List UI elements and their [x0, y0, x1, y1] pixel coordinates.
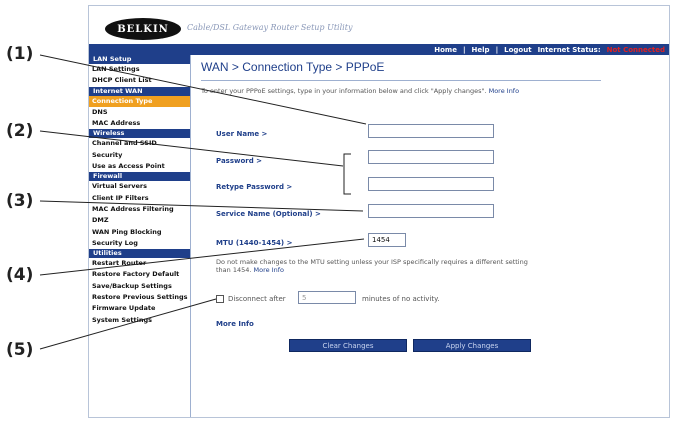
apply-changes-button[interactable]: Apply Changes — [413, 339, 531, 352]
sidebar-item-restart-router[interactable]: Restart Router — [89, 258, 190, 269]
disconnect-checkbox[interactable] — [216, 295, 224, 303]
page-title: WAN > Connection Type > PPPoE — [201, 60, 385, 74]
callout-3: (3) — [6, 191, 34, 211]
disconnect-minutes-field[interactable]: 5 — [298, 291, 356, 304]
sidebar-item-save-backup-settings[interactable]: Save/Backup Settings — [89, 281, 190, 292]
sidebar-item-dmz[interactable]: DMZ — [89, 215, 190, 226]
sidebar: LAN Setup LAN Settings DHCP Client List Int… — [89, 55, 191, 417]
belkin-logo: BELKIN — [105, 18, 181, 40]
internet-status-label: Internet Status: — [537, 45, 601, 54]
sidebar-section-header: Utilities — [89, 249, 190, 259]
service-name-label: Service Name (Optional) > — [216, 210, 321, 218]
disconnect-label: Disconnect after — [228, 295, 286, 303]
sidebar-item-restore-factory-default[interactable]: Restore Factory Default — [89, 269, 190, 280]
callout-1: (1) — [6, 44, 34, 64]
sidebar-section-header: LAN Setup — [89, 55, 190, 64]
retype-password-label: Retype Password > — [216, 183, 293, 191]
top-nav-bar: Home | Help | Logout Internet Status: Not … — [89, 44, 669, 55]
service-name-field[interactable] — [368, 204, 494, 218]
sidebar-item-security[interactable]: Security — [89, 150, 190, 161]
sidebar-item-dhcp-client-list[interactable]: DHCP Client List — [89, 75, 190, 86]
sidebar-item-connection-type[interactable]: Connection Type — [89, 95, 190, 107]
sidebar-item-mac-address-filtering[interactable]: MAC Address Filtering — [89, 204, 190, 215]
retype-password-field[interactable] — [368, 177, 494, 191]
title-divider — [201, 80, 601, 81]
sidebar-item-dns[interactable]: DNS — [89, 107, 190, 118]
nav-separator: | — [495, 45, 499, 54]
sidebar-item-channel-and-ssid[interactable]: Channel and SSID — [89, 138, 190, 149]
sidebar-item-lan-settings[interactable]: LAN Settings — [89, 64, 190, 75]
sidebar-item-virtual-servers[interactable]: Virtual Servers — [89, 181, 190, 192]
user-name-field[interactable] — [368, 124, 494, 138]
intro-more-info-link[interactable]: More Info — [489, 87, 519, 95]
password-label: Password > — [216, 157, 263, 165]
main-content: WAN > Connection Type > PPPoE To enter y… — [201, 60, 661, 95]
intro-text: To enter your PPPoE settings, type in yo… — [201, 87, 581, 95]
sidebar-item-client-ip-filters[interactable]: Client IP Filters — [89, 193, 190, 204]
sidebar-item-firmware-update[interactable]: Firmware Update — [89, 303, 190, 314]
mtu-note: Do not make changes to the MTU setting u… — [216, 258, 536, 274]
more-info-link[interactable]: More Info — [216, 320, 254, 328]
password-field[interactable] — [368, 150, 494, 164]
sidebar-item-wan-ping-blocking[interactable]: WAN Ping Blocking — [89, 227, 190, 238]
user-name-label: User Name > — [216, 130, 268, 138]
mtu-label: MTU (1440-1454) > — [216, 239, 293, 247]
sidebar-item-restore-previous-settings[interactable]: Restore Previous Settings — [89, 292, 190, 303]
router-window: BELKIN Cable/DSL Gateway Router Setup Ut… — [88, 5, 670, 418]
sidebar-item-use-as-access-point[interactable]: Use as Access Point — [89, 161, 190, 172]
sidebar-section-header: Wireless — [89, 129, 190, 139]
disconnect-suffix: minutes of no activity. — [362, 295, 440, 303]
nav-logout-link[interactable]: Logout — [504, 46, 531, 54]
mtu-field[interactable]: 1454 — [368, 233, 406, 247]
nav-home-link[interactable]: Home — [434, 46, 457, 54]
sidebar-section-header: Internet WAN — [89, 86, 190, 96]
intro-text-body: To enter your PPPoE settings, type in yo… — [201, 87, 487, 95]
sidebar-item-mac-address[interactable]: MAC Address — [89, 118, 190, 129]
callout-2: (2) — [6, 121, 34, 141]
callout-5: (5) — [6, 340, 34, 360]
sidebar-item-security-log[interactable]: Security Log — [89, 238, 190, 249]
clear-changes-button[interactable]: Clear Changes — [289, 339, 407, 352]
callout-4: (4) — [6, 265, 34, 285]
mtu-more-info-link[interactable]: More Info — [254, 266, 284, 274]
sidebar-item-system-settings[interactable]: System Settings — [89, 315, 190, 326]
app-title: Cable/DSL Gateway Router Setup Utility — [187, 23, 353, 32]
sidebar-section-header: Firewall — [89, 172, 190, 182]
nav-help-link[interactable]: Help — [472, 46, 490, 54]
nav-separator: | — [462, 45, 466, 54]
internet-status-value: Not Connected — [606, 45, 665, 54]
header: BELKIN Cable/DSL Gateway Router Setup Ut… — [89, 6, 669, 44]
